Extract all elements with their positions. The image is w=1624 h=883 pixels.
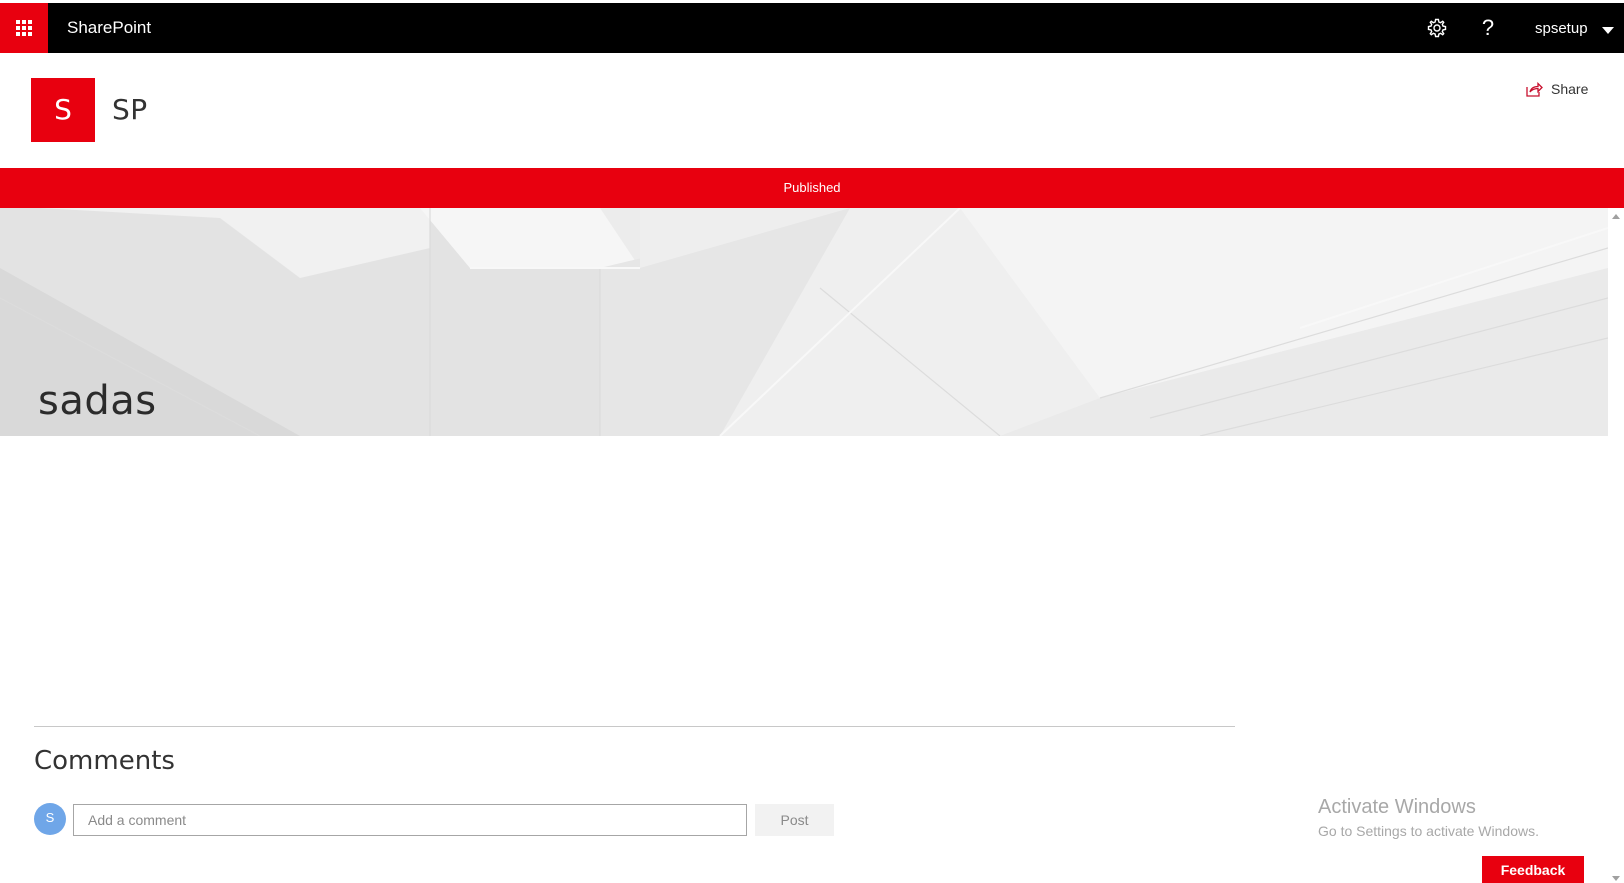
chevron-down-icon[interactable] xyxy=(1602,27,1614,34)
activate-windows-subtitle: Go to Settings to activate Windows. xyxy=(1318,823,1539,839)
user-menu[interactable]: spsetup xyxy=(1535,3,1588,53)
brand-link[interactable]: SharePoint xyxy=(67,3,151,53)
scroll-down-icon[interactable] xyxy=(1612,876,1620,881)
share-label: Share xyxy=(1551,81,1589,97)
post-button[interactable]: Post xyxy=(755,804,834,836)
hero-banner: sadas xyxy=(0,208,1608,436)
gear-icon[interactable] xyxy=(1425,16,1449,40)
vertical-scrollbar[interactable] xyxy=(1608,208,1624,883)
app-launcher-icon[interactable] xyxy=(0,3,48,53)
avatar: S xyxy=(34,803,66,835)
hero-background-image xyxy=(0,208,1608,436)
comment-input[interactable] xyxy=(73,804,747,836)
comments-divider xyxy=(34,726,1235,727)
site-title[interactable]: SP xyxy=(112,93,148,126)
help-icon[interactable]: ? xyxy=(1476,3,1500,53)
comments-heading: Comments xyxy=(34,746,175,776)
activate-windows-title: Activate Windows xyxy=(1318,796,1476,818)
share-icon xyxy=(1526,81,1543,97)
share-button[interactable]: Share xyxy=(1526,78,1588,100)
published-status-bar: Published xyxy=(0,168,1624,208)
suite-bar: SharePoint ? spsetup xyxy=(0,3,1624,53)
scroll-up-icon[interactable] xyxy=(1612,214,1620,219)
feedback-button[interactable]: Feedback xyxy=(1482,856,1584,883)
page-title: sadas xyxy=(38,378,157,424)
site-logo[interactable]: S xyxy=(31,78,95,142)
